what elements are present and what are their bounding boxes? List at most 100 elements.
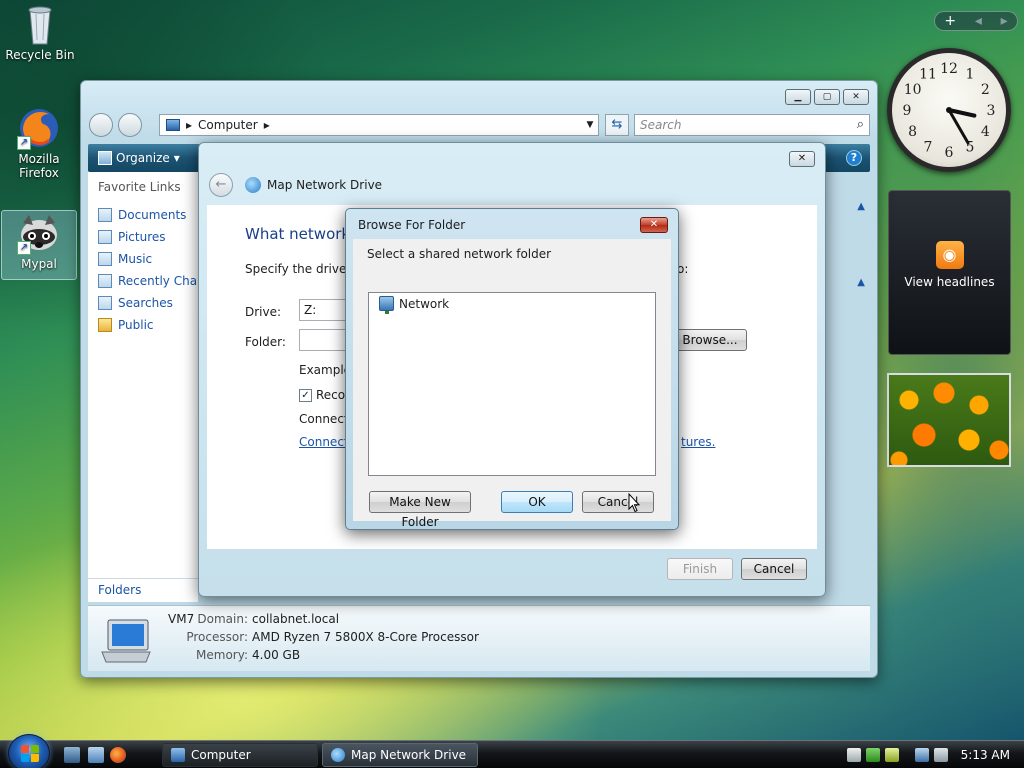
feed-gadget-label: View headlines (904, 275, 995, 289)
make-new-folder-button[interactable]: Make New Folder (369, 491, 471, 529)
security-tray-icon[interactable] (865, 748, 880, 762)
nav-link-public[interactable]: Public (98, 314, 198, 336)
instruction-text: Specify the drive le (245, 262, 361, 276)
documents-icon (98, 208, 112, 222)
volume-muted-icon[interactable] (933, 748, 948, 762)
taskbar-button-label: Map Network Drive (351, 748, 467, 762)
nav-link-pictures[interactable]: Pictures (98, 226, 198, 248)
nav-link-label: Searches (118, 296, 173, 310)
taskbar-button-map-network-drive[interactable]: Map Network Drive (322, 743, 478, 767)
shortcut-arrow-icon: ↗ (17, 136, 31, 150)
finish-button[interactable]: Finish (667, 558, 733, 580)
nav-link-documents[interactable]: Documents (98, 204, 198, 226)
clock-numeral: 3 (987, 103, 996, 119)
browse-for-folder-dialog: Browse For Folder ✕ Select a shared netw… (345, 208, 679, 530)
connect-link[interactable]: Connect (299, 435, 349, 449)
domain-value: collabnet.local (252, 612, 340, 626)
desktop-icon-label: Mozilla Firefox (18, 152, 60, 180)
back-button[interactable] (89, 113, 113, 137)
forward-button[interactable] (118, 113, 142, 137)
tree-item-network[interactable]: Network (379, 296, 449, 314)
slideshow-gadget[interactable] (887, 373, 1011, 467)
nav-link-searches[interactable]: Searches (98, 292, 198, 314)
chevron-right-icon: ▸ (186, 118, 193, 132)
collapse-section-icon[interactable]: ▲ (857, 201, 865, 212)
show-desktop-icon[interactable] (64, 747, 80, 763)
drive-label: Drive: (245, 305, 282, 319)
taskbar-clock[interactable]: 5:13 AM (961, 748, 1010, 762)
ok-button[interactable]: OK (501, 491, 573, 513)
desktop-icon-mypal[interactable]: ↗ Mypal (1, 210, 77, 280)
clock-numeral: 11 (919, 67, 937, 83)
sidebar-gadget-controls: + ◂ ▸ (934, 11, 1018, 31)
add-gadget-button[interactable]: + (944, 13, 956, 29)
network-drive-icon (331, 748, 345, 762)
help-icon[interactable]: ? (846, 150, 862, 166)
back-arrow-button[interactable]: ← (209, 173, 233, 197)
taskbar-button-computer[interactable]: Computer (162, 743, 318, 767)
cancel-button[interactable]: Cancel (582, 491, 654, 513)
clock-numeral: 9 (903, 103, 912, 119)
nav-link-label: Documents (118, 208, 187, 222)
nav-link-recently-changed[interactable]: Recently Chang (98, 270, 212, 292)
network-tray-icon[interactable] (914, 748, 929, 762)
checkbox-checked-icon[interactable]: ✓ (299, 389, 312, 402)
clock-gadget[interactable]: 12 1 2 3 4 5 6 7 8 9 10 11 (887, 48, 1011, 172)
searches-icon (98, 296, 112, 310)
minimize-button[interactable]: ▁ (785, 89, 811, 105)
taskbar-button-label: Computer (191, 748, 251, 762)
cancel-button[interactable]: Cancel (741, 558, 807, 580)
start-button[interactable] (8, 734, 50, 768)
computer-icon (171, 748, 185, 762)
firefox-quicklaunch-icon[interactable] (110, 747, 126, 763)
dialog-heading: What network (245, 225, 351, 243)
users-tray-icon[interactable] (846, 748, 861, 762)
details-pane: VM7 Domain: collabnet.local Processor: AMD… (88, 605, 870, 671)
browse-button[interactable]: Browse... (673, 329, 747, 351)
pictures-icon (98, 230, 112, 244)
close-button[interactable]: ✕ (640, 217, 668, 233)
chevron-down-icon[interactable]: ▾ (174, 151, 180, 165)
rss-feed-icon: ◉ (935, 241, 964, 269)
chevron-down-icon[interactable]: ▼ (582, 120, 598, 130)
nav-link-music[interactable]: Music (98, 248, 198, 270)
close-button[interactable]: ✕ (789, 151, 815, 167)
desktop-icon-firefox[interactable]: ↗ Mozilla Firefox (1, 106, 77, 180)
desktop-icon-recycle-bin[interactable]: Recycle Bin (2, 2, 78, 62)
clock-face: 12 1234567891011 (903, 61, 996, 161)
organize-button[interactable]: Organize (116, 151, 170, 165)
clock-numeral: 2 (981, 82, 990, 98)
previous-page-button[interactable]: ◂ (975, 13, 982, 29)
maximize-button[interactable]: ▢ (814, 89, 840, 105)
recycle-bin-icon (18, 2, 62, 46)
memory-label: Memory: (196, 648, 248, 662)
folders-toggle[interactable]: Folders (88, 578, 198, 602)
taskbar: Computer Map Network Drive 5:13 AM (0, 734, 1024, 768)
processor-value: AMD Ryzen 7 5800X 8-Core Processor (252, 630, 479, 644)
favorite-links-header: Favorite Links (98, 180, 181, 194)
clock-numeral: 6 (945, 145, 954, 161)
update-tray-icon[interactable] (884, 748, 899, 762)
pictures-link[interactable]: tures. (681, 435, 715, 449)
computer-icon (98, 616, 154, 664)
domain-label: Domain: (197, 612, 248, 626)
address-bar[interactable]: ▸ Computer ▸ ▼ (159, 114, 599, 136)
switch-windows-icon[interactable] (88, 747, 104, 763)
refresh-button[interactable]: ⇆ (605, 114, 629, 136)
address-segment-computer[interactable]: Computer (198, 118, 258, 132)
folder-tree[interactable]: Network (368, 292, 656, 476)
close-button[interactable]: ✕ (843, 89, 869, 105)
collapse-section-icon[interactable]: ▲ (857, 277, 865, 288)
drive-value: Z: (304, 303, 317, 317)
firefox-icon: ↗ (17, 106, 61, 150)
computer-icon (166, 119, 180, 131)
search-icon[interactable]: ⌕ (857, 117, 864, 132)
next-page-button[interactable]: ▸ (1001, 13, 1008, 29)
window-controls: ▁ ▢ ✕ (785, 89, 869, 105)
clock-center (946, 107, 952, 113)
folder-label: Folder: (245, 335, 286, 349)
search-input[interactable]: Search ⌕ (634, 114, 870, 136)
feed-headlines-gadget[interactable]: ◉ View headlines (888, 190, 1011, 355)
system-tray: 5:13 AM (846, 741, 1024, 768)
dialog-title: Map Network Drive (267, 178, 383, 192)
